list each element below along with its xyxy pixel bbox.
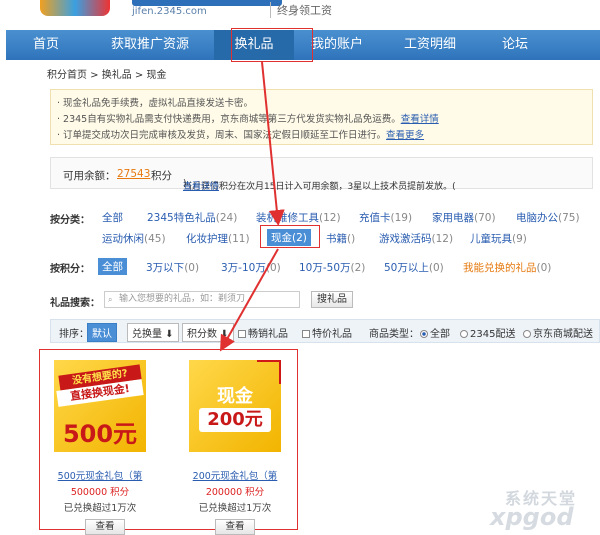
- arrow-cash-to-products: [220, 248, 279, 352]
- arrow-nav-to-cash: [261, 61, 285, 226]
- watermark-logo: xpgod: [490, 503, 574, 531]
- annotation-arrows: [220, 61, 285, 352]
